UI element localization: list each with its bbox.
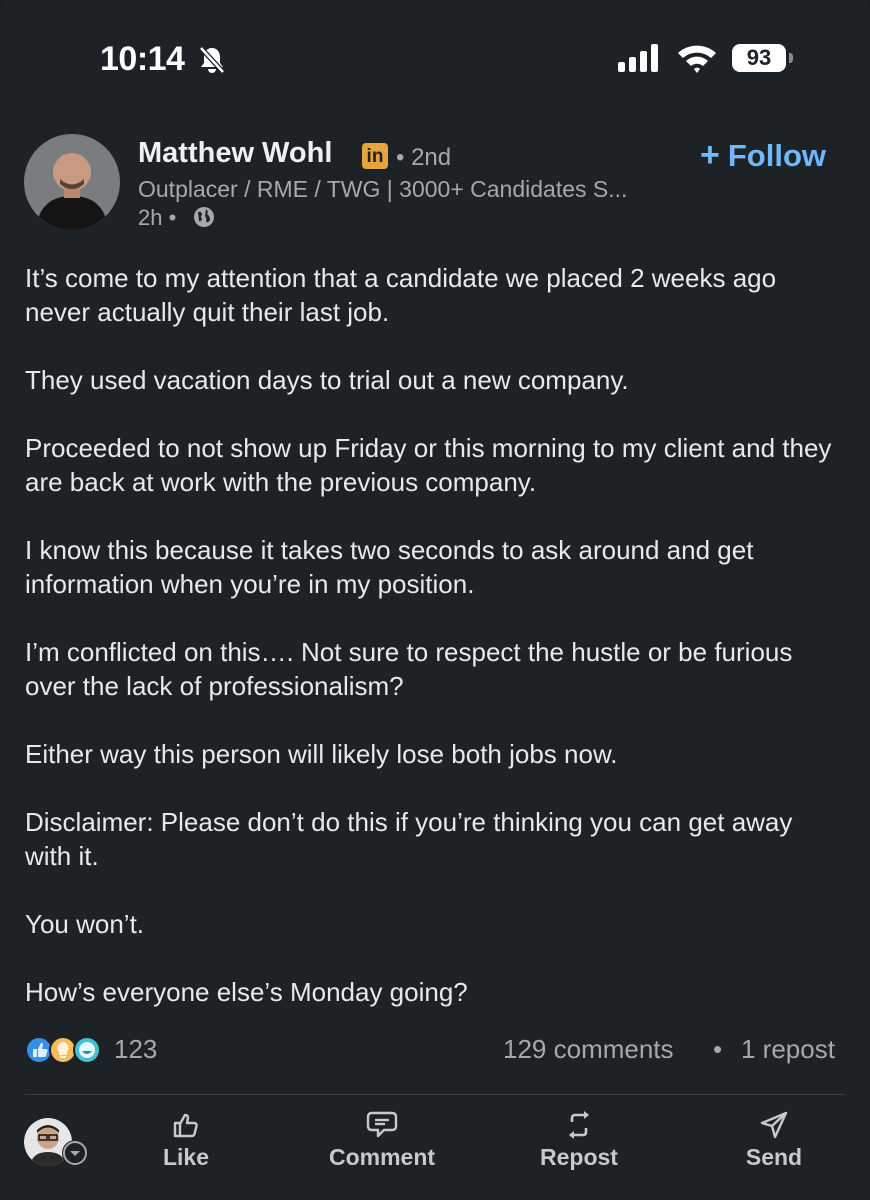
- post-paragraph: Disclaimer: Please don’t do this if you’…: [25, 807, 793, 871]
- author-avatar[interactable]: [24, 134, 120, 230]
- reaction-count[interactable]: 123: [114, 1034, 157, 1065]
- author-name[interactable]: Matthew Wohl: [138, 137, 332, 170]
- thumbs-up-icon: [173, 1113, 198, 1138]
- wifi-icon: [678, 45, 716, 73]
- bell-slash-icon: [199, 46, 225, 74]
- insightful-reaction-icon: [49, 1036, 77, 1064]
- comment-icon: [366, 1111, 398, 1138]
- linkedin-premium-icon: in: [362, 143, 388, 169]
- like-reaction-icon: [25, 1036, 53, 1064]
- chevron-down-icon[interactable]: [62, 1140, 88, 1166]
- like-label: Like: [162, 1144, 210, 1170]
- app-screen: 10:14 93 Matthew Wohl in • 2nd Outplacer…: [0, 0, 870, 1200]
- post-paragraph: They used vacation days to trial out a n…: [25, 365, 629, 395]
- funny-reaction-icon: [73, 1036, 101, 1064]
- post-paragraph: I’m conflicted on this…. Not sure to res…: [25, 637, 793, 701]
- comment-button[interactable]: Comment: [322, 1110, 442, 1171]
- send-button[interactable]: Send: [738, 1110, 810, 1171]
- send-label: Send: [745, 1144, 803, 1170]
- author-headline: Outplacer / RME / TWG | 3000+ Candidates…: [138, 176, 628, 202]
- separator-dot: •: [713, 1034, 723, 1064]
- post-paragraph: You won’t.: [25, 909, 145, 939]
- cellular-signal-icon: [618, 44, 658, 72]
- globe-icon: [194, 207, 214, 227]
- reposts-count[interactable]: 1 repost: [741, 1034, 835, 1065]
- battery-tip: [789, 53, 793, 63]
- comment-label: Comment: [328, 1144, 436, 1170]
- follow-label: Follow: [727, 138, 827, 173]
- post-paragraph: Proceeded to not show up Friday or this …: [25, 433, 832, 497]
- plus-icon: +: [700, 136, 720, 174]
- battery-icon: 93: [732, 44, 786, 72]
- send-icon: [760, 1111, 788, 1139]
- post-paragraph: Either way this person will likely lose …: [25, 739, 618, 769]
- connection-degree: • 2nd: [396, 144, 452, 171]
- status-time: 10:14: [100, 40, 185, 78]
- follow-button[interactable]: + Follow: [700, 136, 826, 175]
- repost-icon: [569, 1111, 589, 1139]
- post-paragraph: It’s come to my attention that a candida…: [25, 263, 777, 327]
- divider: [25, 1094, 845, 1095]
- post-paragraph: I know this because it takes two seconds…: [25, 535, 754, 599]
- repost-label: Repost: [540, 1144, 618, 1170]
- post-text: It’s come to my attention that a candida…: [25, 261, 845, 1043]
- repost-button[interactable]: Repost: [534, 1110, 624, 1171]
- post-timestamp: 2h •: [138, 205, 177, 230]
- post-paragraph: How’s everyone else’s Monday going?: [25, 977, 468, 1007]
- comments-count[interactable]: 129 comments: [503, 1034, 674, 1065]
- like-button[interactable]: Like: [150, 1110, 222, 1171]
- reaction-icons[interactable]: [25, 1034, 105, 1066]
